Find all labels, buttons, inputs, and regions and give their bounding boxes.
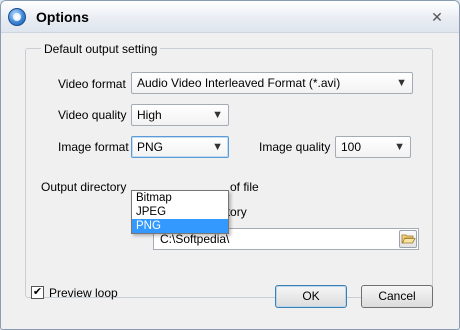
preview-loop-label: Preview loop bbox=[49, 286, 118, 300]
app-icon bbox=[8, 8, 26, 26]
browse-folder-button[interactable] bbox=[399, 230, 417, 248]
video-quality-select[interactable]: High ▼ bbox=[131, 104, 229, 126]
option-bitmap[interactable]: Bitmap bbox=[132, 191, 228, 205]
dialog-body: Default output setting Video format Audi… bbox=[7, 34, 453, 324]
video-format-select[interactable]: Audio Video Interleaved Format (*.avi) ▼ bbox=[131, 72, 413, 94]
close-icon[interactable]: ✕ bbox=[429, 9, 445, 25]
folder-open-icon bbox=[401, 234, 416, 244]
image-format-dropdown-list: Bitmap JPEG PNG bbox=[131, 190, 229, 234]
video-quality-value: High bbox=[137, 108, 162, 122]
chevron-down-icon: ▼ bbox=[212, 109, 223, 121]
option-png[interactable]: PNG bbox=[132, 219, 228, 233]
image-quality-value: 100 bbox=[341, 140, 362, 154]
preview-loop-checkbox[interactable]: ✔ bbox=[31, 286, 44, 299]
cancel-button[interactable]: Cancel bbox=[361, 285, 433, 308]
output-directory-label: Output directory bbox=[41, 180, 127, 194]
chevron-down-icon: ▼ bbox=[394, 141, 405, 153]
options-dialog: Options ✕ Default output setting Video f… bbox=[0, 0, 460, 330]
output-option-partial-label: of file bbox=[230, 180, 259, 194]
image-format-value: PNG bbox=[137, 140, 164, 154]
chevron-down-icon: ▼ bbox=[212, 141, 223, 153]
video-format-label: Video format bbox=[58, 77, 126, 91]
image-quality-select[interactable]: 100 ▼ bbox=[335, 136, 411, 158]
option-jpeg[interactable]: JPEG bbox=[132, 205, 228, 219]
image-format-select[interactable]: PNG ▼ bbox=[131, 136, 229, 158]
image-format-label: Image format bbox=[58, 140, 129, 154]
title-bar: Options ✕ bbox=[1, 1, 459, 33]
ok-button[interactable]: OK bbox=[275, 285, 347, 308]
group-legend: Default output setting bbox=[41, 42, 161, 56]
video-quality-label: Video quality bbox=[58, 108, 127, 122]
window-title: Options bbox=[36, 9, 89, 25]
output-path-value: C:\Softpedia\ bbox=[160, 232, 230, 246]
chevron-down-icon: ▼ bbox=[396, 77, 407, 89]
image-quality-label: Image quality bbox=[259, 140, 331, 154]
video-format-value: Audio Video Interleaved Format (*.avi) bbox=[137, 76, 341, 90]
